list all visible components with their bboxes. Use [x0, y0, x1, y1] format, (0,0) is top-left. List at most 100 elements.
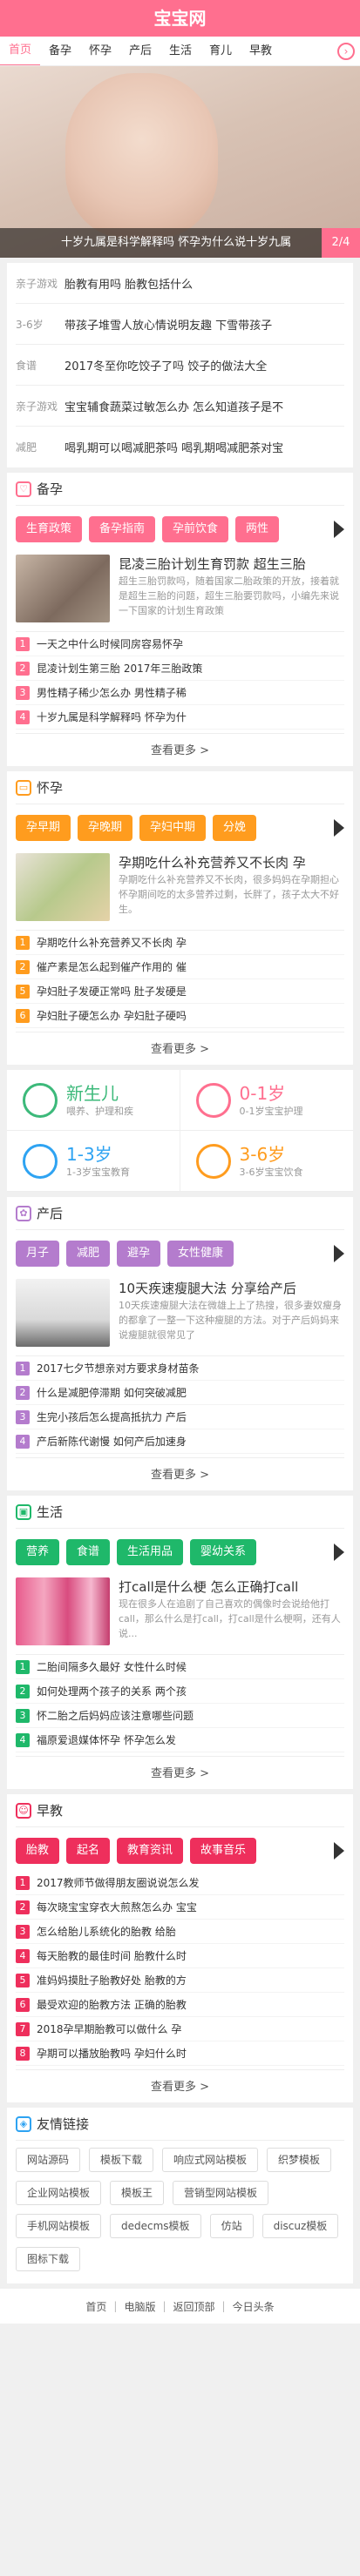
news-title[interactable]: 2017冬至你吃饺子了吗 饺子的做法大全 [65, 357, 344, 373]
list-item-title[interactable]: 一天之中什么时候同房容易怀孕 [37, 636, 183, 651]
nav-item-zaojiao[interactable]: 早教 [241, 37, 281, 65]
list-item[interactable]: 4 产后新陈代谢慢 如何产后加速身 [16, 1429, 344, 1454]
list-item[interactable]: 3 男性精子稀少怎么办 男性精子稀 [16, 681, 344, 705]
list-item[interactable]: 2 如何处理两个孩子的关系 两个孩 [16, 1679, 344, 1704]
list-item-title[interactable]: 2017七夕节想亲对方要求身材苗条 [37, 1361, 200, 1375]
list-item-title[interactable]: 如何处理两个孩子的关系 两个孩 [37, 1684, 187, 1698]
tag-button[interactable]: 食谱 [66, 1539, 111, 1565]
nav-more-icon[interactable]: › [337, 43, 355, 60]
list-item-title[interactable]: 孕妇肚子硬怎么办 孕妇肚子硬吗 [37, 1008, 187, 1023]
list-item-title[interactable]: 什么是减肥停滞期 如何突破减肥 [37, 1385, 187, 1400]
featured-article[interactable]: 昆凌三胎计划生育罚款 超生三胎 超生三胎罚款吗，随着国家二胎政策的开放，接着就是超… [16, 549, 344, 632]
list-item[interactable]: 8 孕期可以播放胎教吗 孕妇什么时 [16, 2041, 344, 2066]
list-item[interactable]: 减肥 喝乳期可以喝减肥茶吗 喝乳期喝减肥茶对宝 [16, 427, 344, 467]
friend-link[interactable]: 图标下载 [16, 2247, 81, 2271]
list-item[interactable]: 1 2017七夕节想亲对方要求身材苗条 [16, 1356, 344, 1381]
list-item[interactable]: 1 孕期吃什么补充营养又不长肉 孕 [16, 931, 344, 955]
tag-button[interactable]: 避孕 [117, 1241, 161, 1267]
tag-button[interactable]: 备孕指南 [89, 516, 156, 542]
featured-title[interactable]: 打call是什么梗 怎么正确打call [119, 1577, 344, 1597]
list-item-title[interactable]: 孕期吃什么补充营养又不长肉 孕 [37, 935, 187, 950]
nav-item-huaiyun[interactable]: 怀孕 [80, 37, 120, 65]
friend-link[interactable]: 网站源码 [16, 2148, 81, 2172]
list-item[interactable]: 3 怎么给胎儿系统化的胎教 给胎 [16, 1920, 344, 1944]
footer-top-link[interactable]: 返回顶部 [173, 2299, 215, 2314]
featured-article[interactable]: 打call是什么梗 怎么正确打call 现在很多人在追剧了自己喜欢的偶像时会说给他… [16, 1572, 344, 1655]
list-item-title[interactable]: 孕期可以播放胎教吗 孕妇什么时 [37, 2046, 187, 2061]
tag-button[interactable]: 分娩 [213, 815, 257, 841]
list-item-title[interactable]: 2018孕早期胎教可以做什么 孕 [37, 2021, 181, 2036]
list-item-title[interactable]: 男性精子稀少怎么办 男性精子稀 [37, 685, 187, 700]
list-item-title[interactable]: 产后新陈代谢慢 如何产后加速身 [37, 1434, 187, 1449]
tag-button[interactable]: 孕妇中期 [139, 815, 207, 841]
nav-item-beiyun[interactable]: 备孕 [40, 37, 80, 65]
list-item[interactable]: 亲子游戏 宝宝辅食蔬菜过敏怎么办 怎么知道孩子是不 [16, 386, 344, 427]
nav-item-chanhou[interactable]: 产后 [120, 37, 160, 65]
tags-next-icon[interactable] [334, 1245, 344, 1262]
list-item[interactable]: 4 十岁九属是科学解释吗 怀孕为什 [16, 705, 344, 730]
friend-link[interactable]: 营销型网站模板 [173, 2181, 269, 2205]
grid-item-3-6[interactable]: 3-6岁 3-6岁宝宝饮食 [180, 1131, 353, 1192]
tags-next-icon[interactable] [334, 521, 344, 538]
friend-link[interactable]: 响应式网站模板 [162, 2148, 259, 2172]
friend-link[interactable]: discuz模板 [262, 2214, 339, 2238]
list-item-title[interactable]: 生完小孩后怎么提高抵抗力 产后 [37, 1409, 187, 1424]
tag-button[interactable]: 婴幼关系 [190, 1539, 257, 1565]
tags-next-icon[interactable] [334, 1544, 344, 1561]
grid-item-1-3[interactable]: 1-3岁 1-3岁宝宝教育 [7, 1131, 180, 1192]
grid-item-newborn[interactable]: 新生儿 喂养、护理和疾 [7, 1070, 180, 1131]
nav-item-yuer[interactable]: 育儿 [200, 37, 241, 65]
list-item[interactable]: 2 每次晓宝宝穿衣大煎熬怎么办 宝宝 [16, 1895, 344, 1920]
footer-toutiao-link[interactable]: 今日头条 [233, 2299, 275, 2314]
tag-button[interactable]: 孕早期 [16, 815, 71, 841]
list-item[interactable]: 6 最受欢迎的胎教方法 正确的胎教 [16, 1993, 344, 2017]
friend-link[interactable]: 模板王 [110, 2181, 165, 2205]
tag-button[interactable]: 故事音乐 [190, 1838, 257, 1864]
tag-button[interactable]: 月子 [16, 1241, 60, 1267]
list-item[interactable]: 3 怀二胎之后妈妈应该注意哪些问题 [16, 1704, 344, 1728]
tag-button[interactable]: 女性健康 [167, 1241, 234, 1267]
footer-desktop-link[interactable]: 电脑版 [124, 2299, 155, 2314]
tag-button[interactable]: 孕前饮食 [162, 516, 229, 542]
list-item-title[interactable]: 催产素是怎么起到催产作用的 催 [37, 959, 187, 974]
news-title[interactable]: 带孩子堆雪人放心情说明友趣 下雪带孩子 [65, 316, 344, 333]
friend-link[interactable]: 织梦模板 [267, 2148, 332, 2172]
featured-title[interactable]: 10天疾速瘦腿大法 分享给产后 [119, 1279, 344, 1298]
list-item[interactable]: 5 孕妇肚子发硬正常吗 肚子发硬是 [16, 979, 344, 1004]
list-item[interactable]: 2 什么是减肥停滞期 如何突破减肥 [16, 1381, 344, 1405]
list-item-title[interactable]: 昆凌计划生第三胎 2017年三胎政策 [37, 661, 202, 676]
nav-item-home[interactable]: 首页 [0, 37, 40, 65]
list-item-title[interactable]: 怎么给胎儿系统化的胎教 给胎 [37, 1924, 176, 1939]
friend-link[interactable]: 企业网站模板 [16, 2181, 102, 2205]
list-item[interactable]: 1 2017教师节做得朋友圈说说怎么发 [16, 1871, 344, 1895]
friend-link[interactable]: 仿站 [209, 2214, 254, 2238]
list-item-title[interactable]: 2017教师节做得朋友圈说说怎么发 [37, 1875, 200, 1890]
view-more-button[interactable]: 查看更多 > [16, 1756, 344, 1787]
list-item-title[interactable]: 最受欢迎的胎教方法 正确的胎教 [37, 1997, 187, 2012]
tag-button[interactable]: 胎教 [16, 1838, 60, 1864]
view-more-button[interactable]: 查看更多 > [16, 1032, 344, 1063]
list-item[interactable]: 4 福原爱退媒体怀孕 怀孕怎么发 [16, 1728, 344, 1752]
view-more-button[interactable]: 查看更多 > [16, 1457, 344, 1489]
list-item-title[interactable]: 二胎间隔多久最好 女性什么时候 [37, 1659, 187, 1674]
list-item[interactable]: 7 2018孕早期胎教可以做什么 孕 [16, 2017, 344, 2041]
list-item[interactable]: 3-6岁 带孩子堆雪人放心情说明友趣 下雪带孩子 [16, 304, 344, 345]
tag-button[interactable]: 两性 [235, 516, 280, 542]
featured-article[interactable]: 孕期吃什么补充营养又不长肉 孕孕期吃什么补充营养又不长肉，很多妈妈在孕期担心怀孕… [16, 848, 344, 931]
list-item[interactable]: 食谱 2017冬至你吃饺子了吗 饺子的做法大全 [16, 345, 344, 386]
tag-button[interactable]: 营养 [16, 1539, 60, 1565]
hero-banner[interactable]: 十岁九属是科学解释吗 怀孕为什么说十岁九属 2/4 [0, 66, 360, 258]
list-item[interactable]: 3 生完小孩后怎么提高抵抗力 产后 [16, 1405, 344, 1429]
list-item-title[interactable]: 准妈妈摸肚子胎教好处 胎教的方 [37, 1973, 187, 1987]
friend-link[interactable]: 手机网站模板 [16, 2214, 102, 2238]
tag-button[interactable]: 生活用品 [117, 1539, 184, 1565]
friend-link[interactable]: dedecms模板 [110, 2214, 201, 2238]
list-item[interactable]: 5 准妈妈摸肚子胎教好处 胎教的方 [16, 1968, 344, 1993]
list-item[interactable]: 6 孕妇肚子硬怎么办 孕妇肚子硬吗 [16, 1004, 344, 1028]
tags-next-icon[interactable] [334, 1842, 344, 1860]
featured-title[interactable]: 孕期吃什么补充营养又不长肉 孕 [119, 853, 344, 872]
featured-article[interactable]: 10天疾速瘦腿大法 分享给产后 10天疾速瘦腿大法在微雄上上了热搜，很多妻奴瘦身的… [16, 1274, 344, 1356]
list-item-title[interactable]: 每天胎教的最佳时间 胎教什么时 [37, 1948, 187, 1963]
news-title[interactable]: 喝乳期可以喝减肥茶吗 喝乳期喝减肥茶对宝 [65, 439, 344, 455]
list-item[interactable]: 亲子游戏 胎教有用吗 胎教包括什么 [16, 263, 344, 304]
